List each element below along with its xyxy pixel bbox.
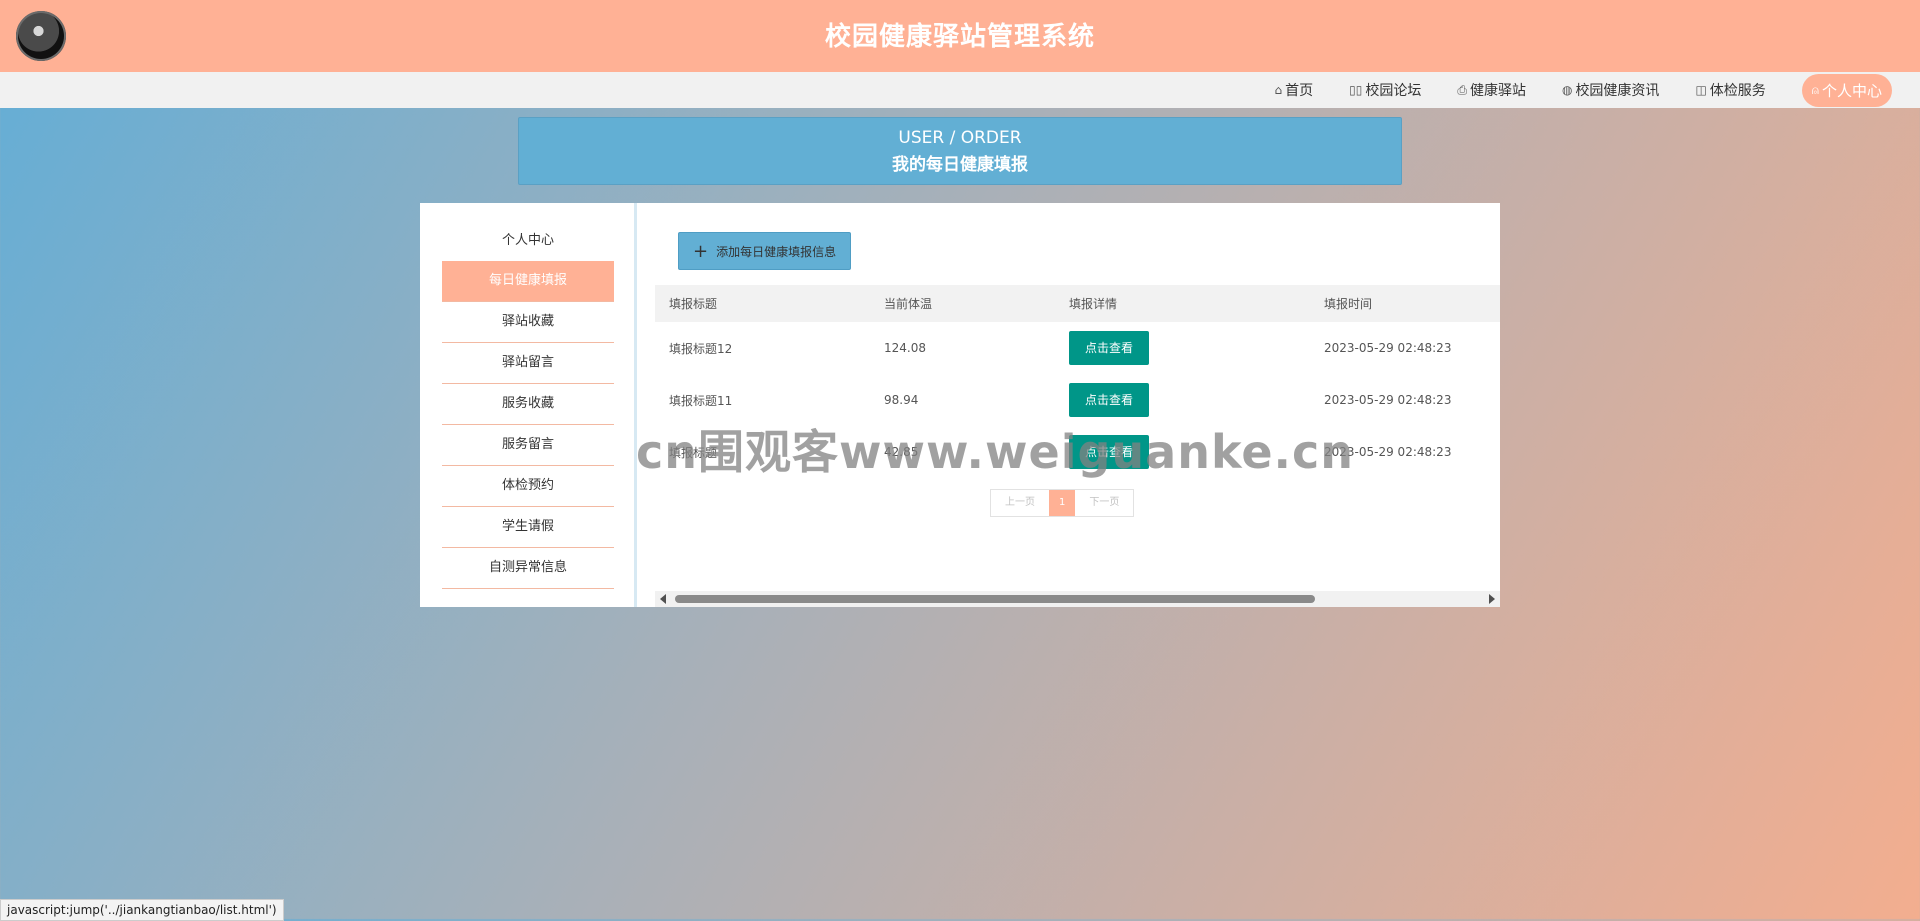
col-time: 填报时间 xyxy=(1310,285,1500,322)
current-page[interactable]: 1 xyxy=(1049,490,1076,516)
panel-divider xyxy=(634,203,637,607)
view-detail-button[interactable]: 点击查看 xyxy=(1069,383,1150,417)
content-panel: 个人中心 每日健康填报 驿站收藏 驿站留言 服务收藏 服务留言 体检预约 学生请… xyxy=(420,203,1500,607)
sidebar: 个人中心 每日健康填报 驿站收藏 驿站留言 服务收藏 服务留言 体检预约 学生请… xyxy=(442,221,614,589)
main-content: + 添加每日健康填报信息 填报标题 当前体温 填报详情 填报时间 填报标题12 … xyxy=(655,203,1500,607)
add-report-label: 添加每日健康填报信息 xyxy=(716,244,837,259)
horizontal-scrollbar[interactable] xyxy=(655,591,1500,607)
sidebar-item-daily-report[interactable]: 每日健康填报 xyxy=(442,261,614,302)
home-icon: ⌂ xyxy=(1274,83,1283,97)
prev-page-button[interactable]: 上一页 xyxy=(991,490,1049,516)
nav-bar: ⌂ 首页 ▯▯ 校园论坛 ⎙ 健康驿站 ◍ 校园健康资讯 ◫ 体检服务 ⍝ 个人… xyxy=(0,72,1920,108)
cell-time: 2023-05-29 02:48:23 xyxy=(1324,341,1452,355)
main-nav: ⌂ 首页 ▯▯ 校园论坛 ⎙ 健康驿站 ◍ 校园健康资讯 ◫ 体检服务 ⍝ 个人… xyxy=(1275,72,1892,108)
watermark: cn围观客www.weiguanke.cn xyxy=(636,425,1355,479)
pagination: 上一页 1 下一页 xyxy=(990,489,1135,517)
sidebar-item-checkup-booking[interactable]: 体检预约 xyxy=(442,466,614,507)
forum-icon: ▯▯ xyxy=(1349,83,1363,97)
table-header-row: 填报标题 当前体温 填报详情 填报时间 xyxy=(655,285,1500,322)
scrollbar-thumb[interactable] xyxy=(675,595,1315,603)
calendar-icon: ◫ xyxy=(1695,83,1707,97)
sidebar-item-abnormal[interactable]: 自测异常信息 xyxy=(442,548,614,589)
table-row: 填报标题12 124.08 点击查看 2023-05-29 02:48:23 xyxy=(655,322,1500,374)
sidebar-item-station-msg[interactable]: 驿站留言 xyxy=(442,343,614,384)
nav-item-home[interactable]: ⌂ 首页 xyxy=(1275,80,1314,100)
site-title: 校园健康驿站管理系统 xyxy=(824,22,1095,52)
cell-temp: 124.08 xyxy=(884,341,926,355)
sidebar-item-service-msg[interactable]: 服务留言 xyxy=(442,425,614,466)
page-heading-zh: 我的每日健康填报 xyxy=(892,155,1028,175)
nav-label: 首页 xyxy=(1285,83,1314,99)
nav-item-news[interactable]: ◍ 校园健康资讯 xyxy=(1562,80,1659,100)
nav-item-station[interactable]: ⎙ 健康驿站 xyxy=(1457,80,1526,100)
scroll-left-icon[interactable] xyxy=(660,594,666,604)
cell-detail: 点击查看 xyxy=(1055,322,1310,374)
nav-label: 体检服务 xyxy=(1709,83,1766,99)
add-report-button[interactable]: + 添加每日健康填报信息 xyxy=(678,232,852,270)
col-title: 填报标题 xyxy=(655,285,870,322)
user-icon: ⍝ xyxy=(1811,82,1819,97)
top-header: 校园健康驿站管理系统 xyxy=(0,0,1920,72)
sidebar-item-leave[interactable]: 学生请假 xyxy=(442,507,614,548)
page-heading: USER / ORDER 我的每日健康填报 xyxy=(518,117,1402,185)
col-temp: 当前体温 xyxy=(870,285,1055,322)
plus-icon: + xyxy=(693,240,709,262)
nav-item-forum[interactable]: ▯▯ 校园论坛 xyxy=(1349,80,1421,100)
nav-label: 校园健康资讯 xyxy=(1575,83,1660,99)
col-detail: 填报详情 xyxy=(1055,285,1310,322)
view-detail-button[interactable]: 点击查看 xyxy=(1069,331,1150,365)
scroll-right-icon[interactable] xyxy=(1489,594,1495,604)
nav-label: 健康驿站 xyxy=(1469,83,1526,99)
nav-item-checkup[interactable]: ◫ 体检服务 xyxy=(1695,80,1765,100)
sidebar-item-service-fav[interactable]: 服务收藏 xyxy=(442,384,614,425)
sidebar-item-station-fav[interactable]: 驿站收藏 xyxy=(442,302,614,343)
status-bar-url: javascript:jump('../jiankangtianbao/list… xyxy=(0,899,284,921)
globe-icon: ◍ xyxy=(1561,83,1573,97)
page-heading-en: USER / ORDER xyxy=(898,128,1022,148)
sidebar-item-user-center[interactable]: 个人中心 xyxy=(442,221,614,261)
nav-label: 校园论坛 xyxy=(1365,83,1422,99)
cell-title: 填报标题12 xyxy=(669,341,733,356)
printer-icon: ⎙ xyxy=(1457,82,1467,97)
nav-item-user-center[interactable]: ⍝ 个人中心 xyxy=(1801,73,1892,107)
nav-label: 个人中心 xyxy=(1821,81,1882,100)
next-page-button[interactable]: 下一页 xyxy=(1075,490,1133,516)
